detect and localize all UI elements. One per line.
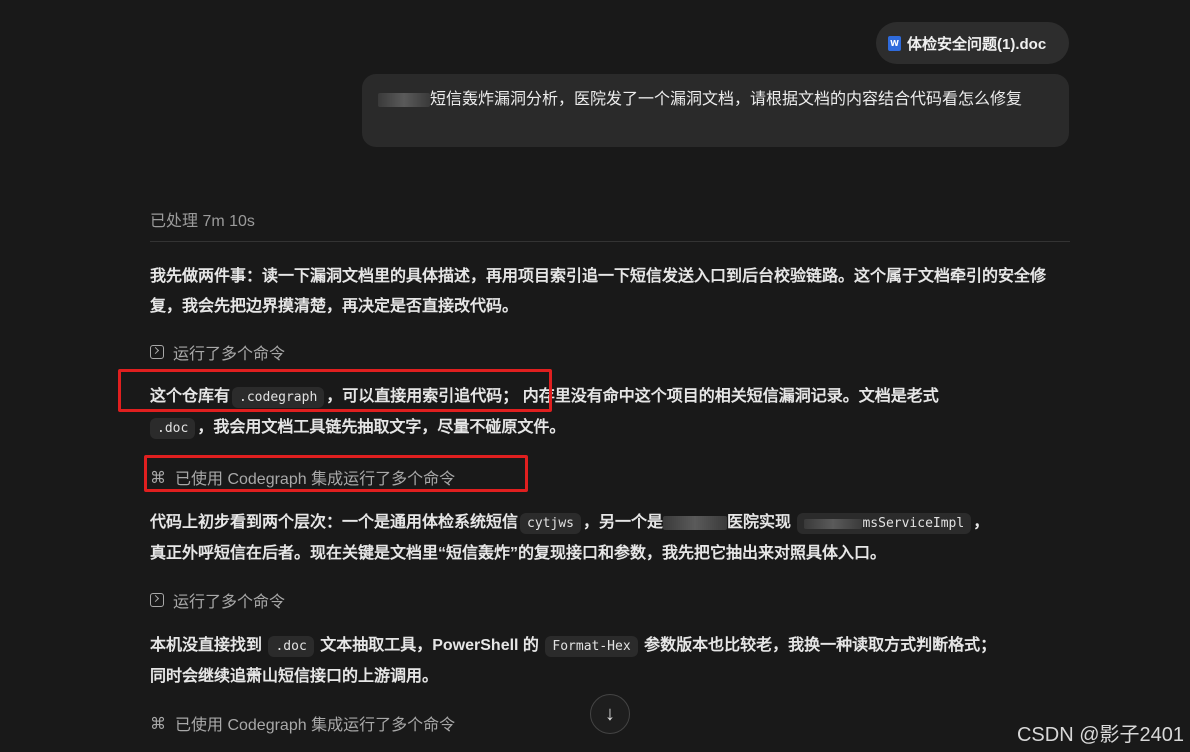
divider [150, 241, 1070, 242]
paragraph-text: ，另一个是 [582, 514, 663, 531]
paragraph-text: 我先做两件事：读一下漏洞文档里的具体描述，再用项目索引追一下短信发送入口到后台校… [150, 268, 1047, 315]
assistant-paragraph-4: 本机没直接找到 .doc 文本抽取工具，PowerShell 的 Format-… [150, 631, 1070, 692]
inline-code-text: msServiceImpl [862, 516, 965, 531]
paragraph-text: 真正外呼短信在后者。现在关键是文档里“短信轰炸”的复现接口和参数，我先把它抽出来… [150, 545, 887, 562]
commands-run-row-1[interactable]: 运行了多个命令 [150, 340, 285, 364]
paragraph-text: 内存里没有命中这个项目的相关短信漏洞记录。文档是老式 [522, 388, 939, 405]
arrow-down-icon: ↓ [605, 702, 615, 725]
attachment-filename: 体检安全问题(1).doc [907, 35, 1047, 53]
scroll-to-bottom-button[interactable]: ↓ [590, 694, 630, 734]
assistant-paragraph-1: 我先做两件事：读一下漏洞文档里的具体描述，再用项目索引追一下短信发送入口到后台校… [150, 262, 1070, 322]
highlight-box [118, 369, 552, 412]
word-doc-icon: W [888, 35, 901, 51]
inline-code: cytjws [520, 513, 581, 534]
paragraph-text: 医院实现 [727, 514, 792, 531]
codegraph-commands-row-2[interactable]: ⌘ 已使用 Codegraph 集成运行了多个命令 [150, 711, 455, 735]
inline-code: .doc [268, 636, 314, 657]
user-message-text: 短信轰炸漏洞分析，医院发了一个漏洞文档，请根据文档的内容结合代码看怎么修复 [430, 91, 1023, 108]
paragraph-text: 代码上初步看到两个层次：一个是通用体检系统短信 [150, 514, 519, 531]
command-icon: ⌘ [150, 713, 166, 733]
highlight-box [144, 455, 528, 492]
codegraph-commands-label: 已使用 Codegraph 集成运行了多个命令 [175, 717, 456, 734]
redacted-text [378, 92, 430, 107]
user-message-bubble: 短信轰炸漏洞分析，医院发了一个漏洞文档，请根据文档的内容结合代码看怎么修复 [362, 74, 1069, 147]
commands-run-label: 运行了多个命令 [173, 594, 286, 611]
terminal-icon [150, 593, 164, 607]
paragraph-text: 本机没直接找到 [150, 637, 263, 654]
paragraph-text: 同时会继续追萧山短信接口的上游调用。 [150, 668, 439, 685]
watermark: CSDN @影子2401 [1016, 724, 1184, 746]
assistant-paragraph-3: 代码上初步看到两个层次：一个是通用体检系统短信 cytjws ，另一个是 医院实现 m… [150, 508, 1070, 569]
processed-status[interactable]: 已处理 7m 10s [150, 207, 255, 231]
paragraph-text: 文本抽取工具，PowerShell 的 [320, 637, 539, 654]
attachment-chip[interactable]: W 体检安全问题(1).doc [876, 22, 1069, 64]
paragraph-text: 参数版本也比较老，我换一种读取方式判断格式； [644, 637, 997, 654]
inline-code: .doc [150, 418, 196, 439]
paragraph-text: ， [973, 514, 990, 531]
redacted-text [663, 515, 727, 530]
terminal-icon [150, 345, 164, 359]
paragraph-text: ，我会用文档工具链先抽取文字，尽量不碰原文件。 [197, 419, 566, 436]
commands-run-row-2[interactable]: 运行了多个命令 [150, 588, 285, 612]
inline-code: msServiceImpl [797, 513, 972, 534]
redacted-text [804, 518, 863, 529]
inline-code: Format-Hex [545, 636, 638, 657]
commands-run-label: 运行了多个命令 [173, 346, 286, 363]
